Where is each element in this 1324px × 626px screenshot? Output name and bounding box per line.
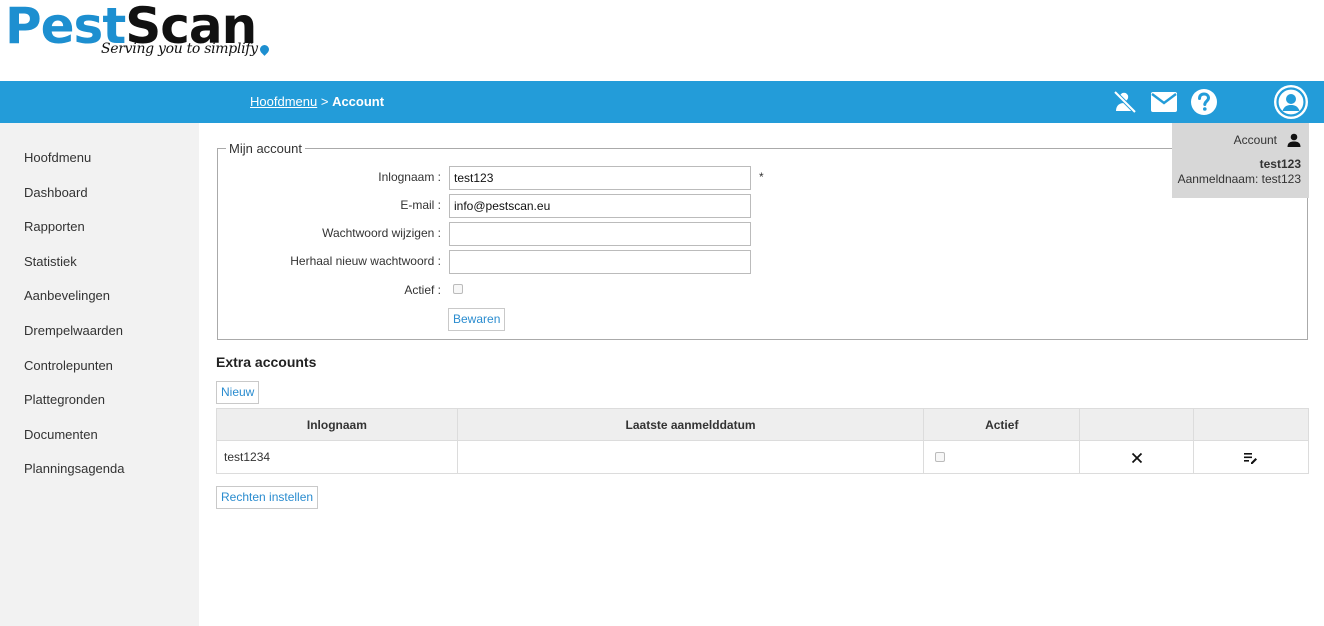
cell-last-login	[456, 440, 925, 474]
column-header-edit	[1193, 408, 1309, 441]
sidebar-item-aanbevelingen[interactable]: Aanbevelingen	[0, 288, 199, 323]
edit-list-icon[interactable]	[1244, 452, 1258, 464]
email-label: E-mail :	[400, 198, 441, 212]
person-icon	[1287, 133, 1301, 147]
breadcrumb-link-hoofdmenu[interactable]: Hoofdmenu	[250, 94, 317, 109]
table-row: test1234	[216, 440, 1309, 474]
cell-edit	[1193, 440, 1309, 474]
sidebar: Hoofdmenu Dashboard Rapporten Statistiek…	[0, 123, 199, 626]
cell-delete	[1079, 440, 1195, 474]
cell-login: test1234	[216, 440, 458, 474]
password-input[interactable]	[449, 222, 751, 246]
password-row: Wachtwoord wijzigen :	[218, 222, 778, 246]
table-header-row: Inlognaam Laatste aanmelddatum Actief	[216, 408, 1309, 441]
login-row: Inlognaam : *	[218, 166, 778, 190]
breadcrumb: Hoofdmenu > Account	[250, 94, 384, 109]
sidebar-item-statistiek[interactable]: Statistiek	[0, 254, 199, 289]
column-header-active[interactable]: Actief	[923, 408, 1081, 441]
login-input[interactable]	[449, 166, 751, 190]
sidebar-item-planningsagenda[interactable]: Planningsagenda	[0, 461, 199, 496]
breadcrumb-current: Account	[332, 94, 385, 109]
save-button[interactable]: Bewaren	[448, 308, 506, 331]
sidebar-item-hoofdmenu[interactable]: Hoofdmenu	[0, 150, 199, 185]
user-avatar-icon[interactable]	[1274, 85, 1308, 119]
logo-tagline: Serving you to simplify	[101, 41, 258, 57]
row-active-checkbox[interactable]	[935, 452, 946, 462]
email-input[interactable]	[449, 194, 751, 218]
set-rights-button[interactable]: Rechten instellen	[216, 486, 319, 509]
column-header-login[interactable]: Inlognaam	[216, 408, 458, 441]
extra-accounts-title: Extra accounts	[216, 354, 317, 370]
cell-active	[923, 440, 1081, 474]
column-header-delete	[1079, 408, 1195, 441]
help-icon[interactable]	[1190, 88, 1218, 116]
sidebar-item-plattegronden[interactable]: Plattegronden	[0, 392, 199, 427]
dutch-flag-icon[interactable]	[1228, 91, 1260, 113]
delete-icon[interactable]	[1131, 452, 1143, 464]
sidebar-item-dashboard[interactable]: Dashboard	[0, 185, 199, 220]
active-row: Actief :	[218, 279, 778, 301]
mute-person-icon[interactable]	[1112, 89, 1138, 115]
account-username: test123	[1259, 157, 1301, 171]
account-dropdown-title[interactable]: Account	[1234, 133, 1277, 147]
repeat-password-input[interactable]	[449, 250, 751, 274]
repeat-password-row: Herhaal nieuw wachtwoord :	[218, 250, 778, 274]
drop-icon	[257, 43, 271, 56]
account-dropdown: Account test123 Aanmeldnaam: test123	[1172, 123, 1309, 198]
mail-icon[interactable]	[1150, 91, 1178, 113]
sidebar-item-controlepunten[interactable]: Controlepunten	[0, 358, 199, 393]
column-header-last-login[interactable]: Laatste aanmelddatum	[456, 408, 925, 441]
login-label: Inlognaam :	[378, 170, 441, 184]
required-mark: *	[759, 170, 764, 184]
extra-accounts-table: Inlognaam Laatste aanmelddatum Actief te…	[216, 408, 1309, 474]
sidebar-item-documenten[interactable]: Documenten	[0, 427, 199, 462]
password-label: Wachtwoord wijzigen :	[322, 226, 441, 240]
my-account-fieldset: Mijn account Inlognaam : * E-mail : Wach…	[217, 141, 1308, 340]
active-checkbox[interactable]	[453, 284, 463, 294]
email-row: E-mail :	[218, 194, 778, 218]
breadcrumb-separator: >	[320, 94, 329, 109]
repeat-password-label: Herhaal nieuw wachtwoord :	[290, 254, 441, 268]
new-account-button[interactable]: Nieuw	[216, 381, 260, 404]
pestscan-logo[interactable]: PestScan Serving you to simplify	[5, 0, 271, 57]
header: PestScan Serving you to simplify	[0, 0, 1324, 81]
top-navigation-bar: Hoofdmenu > Account	[0, 81, 1324, 123]
active-label: Actief :	[404, 283, 441, 297]
sidebar-item-rapporten[interactable]: Rapporten	[0, 219, 199, 254]
my-account-legend: Mijn account	[226, 141, 305, 156]
account-login-name: Aanmeldnaam: test123	[1177, 172, 1301, 186]
sidebar-item-drempelwaarden[interactable]: Drempelwaarden	[0, 323, 199, 358]
toolbar-icons	[1100, 85, 1308, 119]
